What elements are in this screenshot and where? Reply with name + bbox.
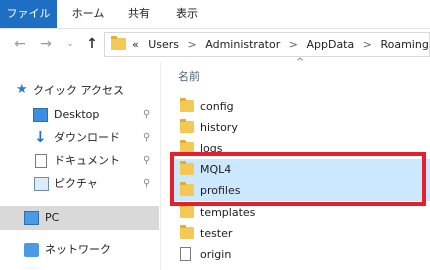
breadcrumb-separator[interactable]: > xyxy=(363,38,372,51)
breadcrumb-administrator[interactable]: Administrator xyxy=(205,38,280,51)
list-item-config[interactable]: config xyxy=(174,96,430,117)
recent-locations-chevron-icon[interactable]: ⌄ xyxy=(62,36,78,52)
network-icon xyxy=(24,243,39,257)
folder-icon xyxy=(180,119,194,133)
sidebar-item-downloads[interactable]: ↓ ダウンロード ⚲ xyxy=(0,127,159,149)
file-name: config xyxy=(200,100,234,113)
sidebar-item-label: Desktop xyxy=(54,108,100,121)
breadcrumb-separator[interactable]: > xyxy=(188,38,197,51)
breadcrumb-separator[interactable]: > xyxy=(289,38,298,51)
computer-icon xyxy=(24,211,39,225)
tab-view[interactable]: 表示 xyxy=(166,0,208,28)
folder-icon xyxy=(180,225,194,239)
sidebar-item-label: ネットワーク xyxy=(45,243,111,256)
back-arrow-icon[interactable]: ← xyxy=(12,36,28,52)
navigation-pane: ★ クイック アクセス Desktop ⚲ ↓ ダウンロード ⚲ ドキュメント … xyxy=(0,62,161,270)
tab-home[interactable]: ホーム xyxy=(64,0,112,28)
ribbon-tabs: ファイル ホーム 共有 表示 xyxy=(0,0,430,29)
breadcrumb: « > Users > Administrator > AppData > Ro… xyxy=(132,33,429,56)
sidebar-item-label: PC xyxy=(45,211,60,224)
up-arrow-icon[interactable]: ↑ xyxy=(84,36,100,52)
sidebar-item-quick-access[interactable]: ★ クイック アクセス xyxy=(0,80,159,102)
breadcrumb-overflow[interactable]: « xyxy=(132,38,139,51)
address-bar[interactable]: « > Users > Administrator > AppData > Ro… xyxy=(104,32,430,57)
sidebar-item-pc[interactable]: PC xyxy=(0,206,159,230)
list-item-origin[interactable]: origin xyxy=(174,244,430,265)
pin-icon[interactable]: ⚲ xyxy=(143,104,150,126)
folder-icon xyxy=(111,36,126,50)
list-item-history[interactable]: history xyxy=(174,117,430,138)
desktop-icon xyxy=(33,108,48,122)
column-header-name[interactable]: 名前 xyxy=(178,68,200,84)
pin-icon[interactable]: ⚲ xyxy=(143,173,150,195)
sidebar-item-label: ドキュメント xyxy=(54,154,120,167)
breadcrumb-users[interactable]: Users xyxy=(148,38,179,51)
sort-ascending-icon: ^ xyxy=(296,57,305,68)
documents-icon xyxy=(35,154,47,168)
folder-icon xyxy=(180,98,194,112)
sidebar-item-network[interactable]: ネットワーク xyxy=(0,239,159,261)
file-name: tester xyxy=(200,227,233,240)
pictures-icon xyxy=(34,177,49,191)
file-icon xyxy=(180,247,191,261)
sidebar-item-pictures[interactable]: ピクチャ ⚲ xyxy=(0,173,159,195)
file-name: history xyxy=(200,121,238,134)
tab-file[interactable]: ファイル xyxy=(0,0,57,28)
navigation-bar: ← → ⌄ ↑ « > Users > Administrator > AppD… xyxy=(0,28,430,62)
sidebar-item-label: クイック アクセス xyxy=(33,84,124,97)
sidebar-item-label: ダウンロード xyxy=(54,131,120,144)
sidebar-item-label: ピクチャ xyxy=(54,177,98,190)
breadcrumb-appdata[interactable]: AppData xyxy=(306,38,354,51)
tab-share[interactable]: 共有 xyxy=(118,0,160,28)
file-name: origin xyxy=(200,248,232,261)
forward-arrow-icon[interactable]: → xyxy=(38,36,54,52)
download-icon: ↓ xyxy=(34,128,47,146)
highlight-annotation xyxy=(170,152,426,206)
list-item-tester[interactable]: tester xyxy=(174,223,430,244)
folder-icon xyxy=(180,204,194,218)
sidebar-item-desktop[interactable]: Desktop ⚲ xyxy=(0,104,159,126)
pin-icon[interactable]: ⚲ xyxy=(143,150,150,172)
breadcrumb-roaming[interactable]: Roaming xyxy=(380,38,428,51)
sidebar-item-documents[interactable]: ドキュメント ⚲ xyxy=(0,150,159,172)
star-icon: ★ xyxy=(16,82,28,97)
pin-icon[interactable]: ⚲ xyxy=(143,127,150,149)
